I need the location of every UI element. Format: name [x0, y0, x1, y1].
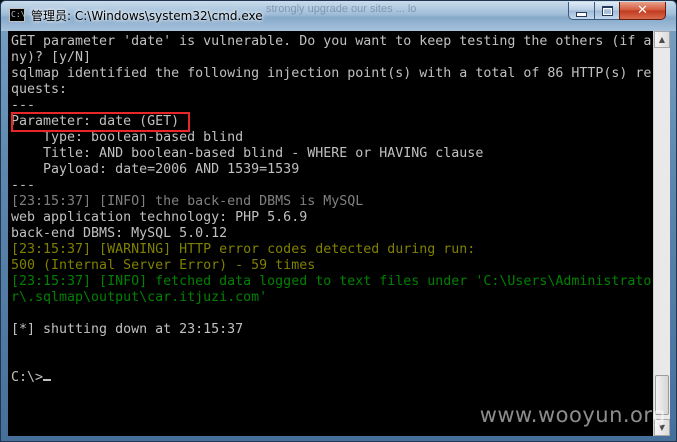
close-button[interactable]: ✕ [619, 2, 666, 20]
minimize-button[interactable] [568, 2, 595, 20]
console-line: web application technology: PHP 5.6.9 [11, 210, 308, 225]
vertical-scrollbar[interactable]: ▲ ▼ [653, 31, 670, 436]
console-line: Type: boolean-based blind [11, 130, 244, 145]
watermark-text: www.wooyun.org [479, 403, 666, 427]
text-cursor [43, 379, 52, 381]
console-line: ny)? [y/N] [11, 50, 92, 65]
console-output[interactable]: GET parameter 'date' is vulnerable. Do y… [8, 31, 653, 436]
console-line: [23:15:37] [INFO] fetched data logged to… [11, 274, 652, 289]
maximize-button[interactable] [594, 2, 620, 20]
command-prompt: C:\> [11, 370, 44, 385]
console-line: [*] shutting down at 23:15:37 [11, 322, 244, 337]
console-line: Payload: date=2006 AND 1539=1539 [11, 162, 300, 177]
minimize-icon [576, 11, 587, 17]
command-prompt-line[interactable]: C:\> [11, 370, 653, 386]
console-line: 500 (Internal Server Error) - 59 times [11, 258, 316, 273]
console-line: --- [11, 178, 36, 193]
console-line: quests: [11, 82, 68, 97]
console-line: sqlmap identified the following injectio… [11, 66, 652, 81]
scroll-up-button[interactable]: ▲ [654, 31, 670, 48]
title-bar[interactable]: C:\ strongly upgrade our sites ... lo 管理… [1, 1, 676, 31]
console-line: [23:15:37] [INFO] the back-end DBMS is M… [11, 194, 364, 209]
chevron-up-icon: ▲ [658, 35, 666, 44]
parameter-highlight-box [11, 112, 190, 132]
maximize-icon [601, 5, 613, 16]
console-line: r\.sqlmap\output\car.itjuzi.com' [11, 290, 268, 305]
cmd-app-icon[interactable]: C:\ [9, 8, 25, 22]
console-line: back-end DBMS: MySQL 5.0.12 [11, 226, 228, 241]
background-window-ghost-text: strongly upgrade our sites ... lo [266, 3, 417, 15]
window-title: 管理员: C:\Windows\system32\cmd.exe [31, 9, 263, 23]
close-icon: ✕ [637, 3, 648, 18]
cmd-window: C:\ strongly upgrade our sites ... lo 管理… [0, 0, 677, 442]
console-line: [23:15:37] [WARNING] HTTP error codes de… [11, 242, 476, 257]
console-line: Title: AND boolean-based blind - WHERE o… [11, 146, 484, 161]
console-line: GET parameter 'date' is vulnerable. Do y… [11, 34, 652, 49]
